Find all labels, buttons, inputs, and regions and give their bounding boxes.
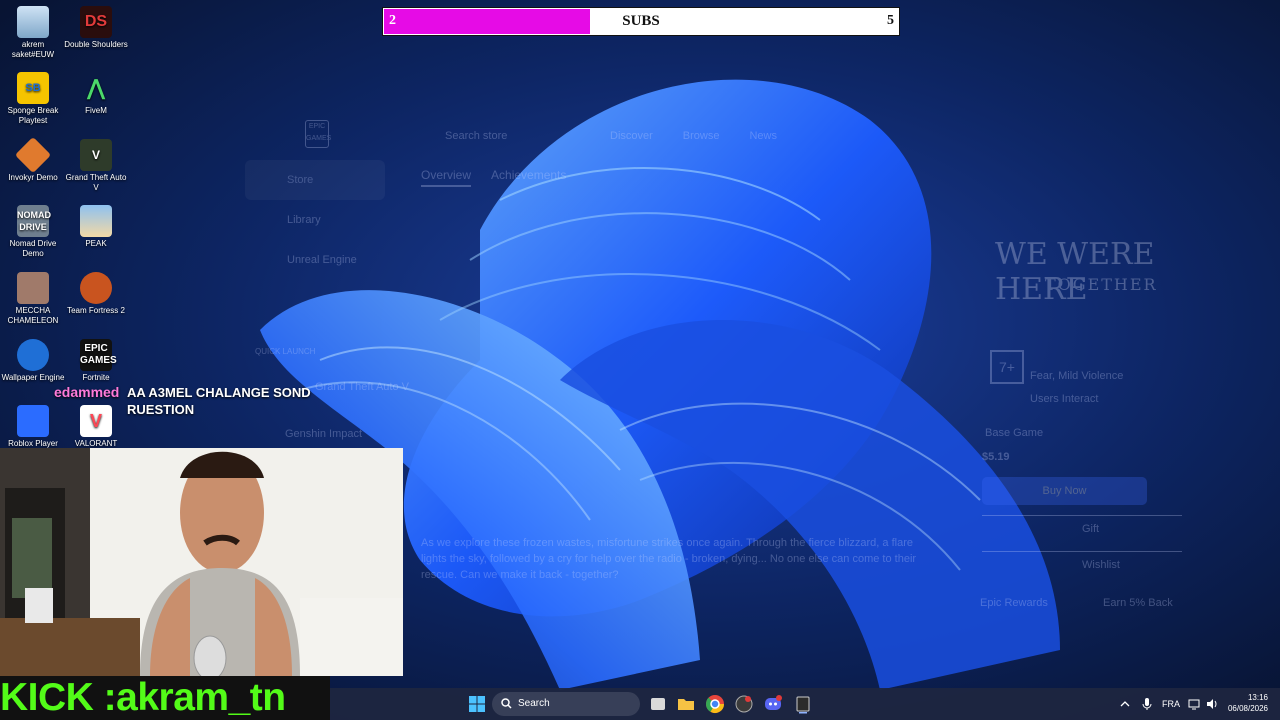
desktop-icon-meccha[interactable]: MECCHA CHAMELEON <box>0 272 66 326</box>
desktop-icon-tf2[interactable]: Team Fortress 2 <box>63 272 129 316</box>
epic-logo-icon: EPIC GAMES <box>305 120 331 148</box>
desktop-icon-peak[interactable]: PEAK <box>63 205 129 249</box>
game-subtitle: TOGETHER <box>1045 275 1158 294</box>
taskbar-search-label: Search <box>518 698 550 709</box>
file-explorer-icon[interactable] <box>676 694 696 714</box>
desktop-icon-invokyr[interactable]: Invokyr Demo <box>0 136 66 183</box>
input-language[interactable]: FRA <box>1162 699 1180 709</box>
nomad-drive-icon: NOMAD DRIVE <box>17 205 51 237</box>
chat-username: edammed <box>54 384 120 400</box>
desktop-icon-gta[interactable]: V Grand Theft Auto V <box>63 139 129 193</box>
chat-message: AA A3MEL CHALANGE SOND RUESTION <box>127 385 311 417</box>
sidebar-item-unreal[interactable]: Unreal Engine <box>245 240 385 280</box>
chameleon-icon <box>17 272 49 304</box>
desktop-icon-akrem[interactable]: akrem saket#EUW <box>0 6 66 60</box>
epic-rewards-label: Epic Rewards <box>980 597 1048 609</box>
task-view-icon[interactable] <box>648 694 668 714</box>
chevron-up-icon[interactable] <box>1120 699 1130 709</box>
gta-icon: V <box>80 139 112 171</box>
invokyr-icon <box>14 136 52 174</box>
subs-label: SUBS <box>622 13 660 29</box>
rating-description: Fear, Mild Violence <box>1030 370 1124 382</box>
rating-note: Users Interact <box>1030 393 1099 405</box>
quick-item-genshin[interactable]: Genshin Impact <box>285 428 362 440</box>
age-rating-badge: 7+ <box>990 350 1024 384</box>
subs-target: 5 <box>887 13 894 28</box>
search-icon <box>501 698 512 709</box>
taskbar-search-box[interactable]: Search <box>492 692 640 716</box>
buy-now-button[interactable]: Buy Now <box>982 477 1147 505</box>
windows-start-icon[interactable] <box>469 696 485 712</box>
desktop-icon-valorant[interactable]: V VALORANT <box>63 405 129 449</box>
sponge-break-icon: SB <box>17 72 49 104</box>
desktop-icon-fivem[interactable]: ⋀ FiveM <box>63 72 129 116</box>
subs-goal-bar: 2 SUBS 5 <box>382 7 900 36</box>
earn-back-label: Earn 5% Back <box>1103 597 1173 609</box>
tab-achievements[interactable]: Achievements <box>491 168 566 187</box>
game-description: As we explore these frozen wastes, misfo… <box>421 537 917 581</box>
clock-date: 06/08/2026 <box>1227 704 1268 713</box>
obs-icon[interactable] <box>734 694 754 714</box>
clock[interactable]: 13:16 06/08/2026 <box>1228 692 1268 714</box>
taskbar: Search FRA 13:16 06/08/2026 <box>330 688 1280 720</box>
microphone-icon[interactable] <box>1142 697 1152 711</box>
sidebar-item-library[interactable]: Library <box>245 200 385 240</box>
game-tabs: Overview Achievements <box>421 168 566 187</box>
valorant-icon: V <box>80 405 112 437</box>
desktop-icon-sponge-break[interactable]: SB Sponge Break Playtest <box>0 72 66 126</box>
network-icon[interactable] <box>1188 698 1200 710</box>
desktop-icon-double-shoulders[interactable]: DS Double Shoulders <box>63 6 129 50</box>
kick-handle-text: KICK :akram_tn <box>0 676 330 720</box>
quick-launch-label: QUICK LAUNCH <box>255 347 316 356</box>
wallpaper-engine-icon <box>17 339 49 371</box>
tf2-icon <box>80 272 112 304</box>
game-title: WE WERE HERE <box>995 237 1155 307</box>
discord-icon[interactable] <box>763 694 783 714</box>
nav-news[interactable]: News <box>749 130 777 142</box>
roblox-icon <box>17 405 49 437</box>
sidebar-item-store[interactable]: Store <box>245 160 385 200</box>
game-price: $5.19 <box>982 451 1010 463</box>
clock-time: 13:16 <box>1247 693 1268 702</box>
recycle-bin-icon <box>17 6 49 38</box>
double-shoulders-icon: DS <box>80 6 112 38</box>
volume-icon[interactable] <box>1206 698 1218 710</box>
epic-games-icon: EPIC GAMES <box>80 339 117 371</box>
store-nav: Discover Browse News <box>610 130 777 142</box>
epic-launcher-taskbar-icon[interactable] <box>793 694 813 714</box>
gift-button[interactable]: Gift <box>982 515 1182 541</box>
desktop-icon-wallpaper-engine[interactable]: Wallpaper Engine <box>0 339 66 383</box>
tab-overview[interactable]: Overview <box>421 168 472 187</box>
fivem-icon: ⋀ <box>86 75 106 100</box>
launcher-sidebar: Store Library Unreal Engine <box>245 160 385 280</box>
wishlist-button[interactable]: Wishlist <box>982 551 1182 577</box>
base-game-label: Base Game <box>985 427 1044 439</box>
desktop-icon-fortnite[interactable]: EPIC GAMES Fortnite <box>63 339 129 383</box>
store-search-input[interactable]: Search store <box>445 130 565 142</box>
webcam-feed <box>0 448 403 676</box>
nav-browse[interactable]: Browse <box>683 130 720 142</box>
desktop-icon-roblox[interactable]: Roblox Player <box>0 405 66 449</box>
desktop-icon-nomad-drive[interactable]: NOMAD DRIVE Nomad Drive Demo <box>0 205 66 259</box>
peak-icon <box>80 205 112 237</box>
nav-discover[interactable]: Discover <box>610 130 653 142</box>
chrome-icon[interactable] <box>705 694 725 714</box>
